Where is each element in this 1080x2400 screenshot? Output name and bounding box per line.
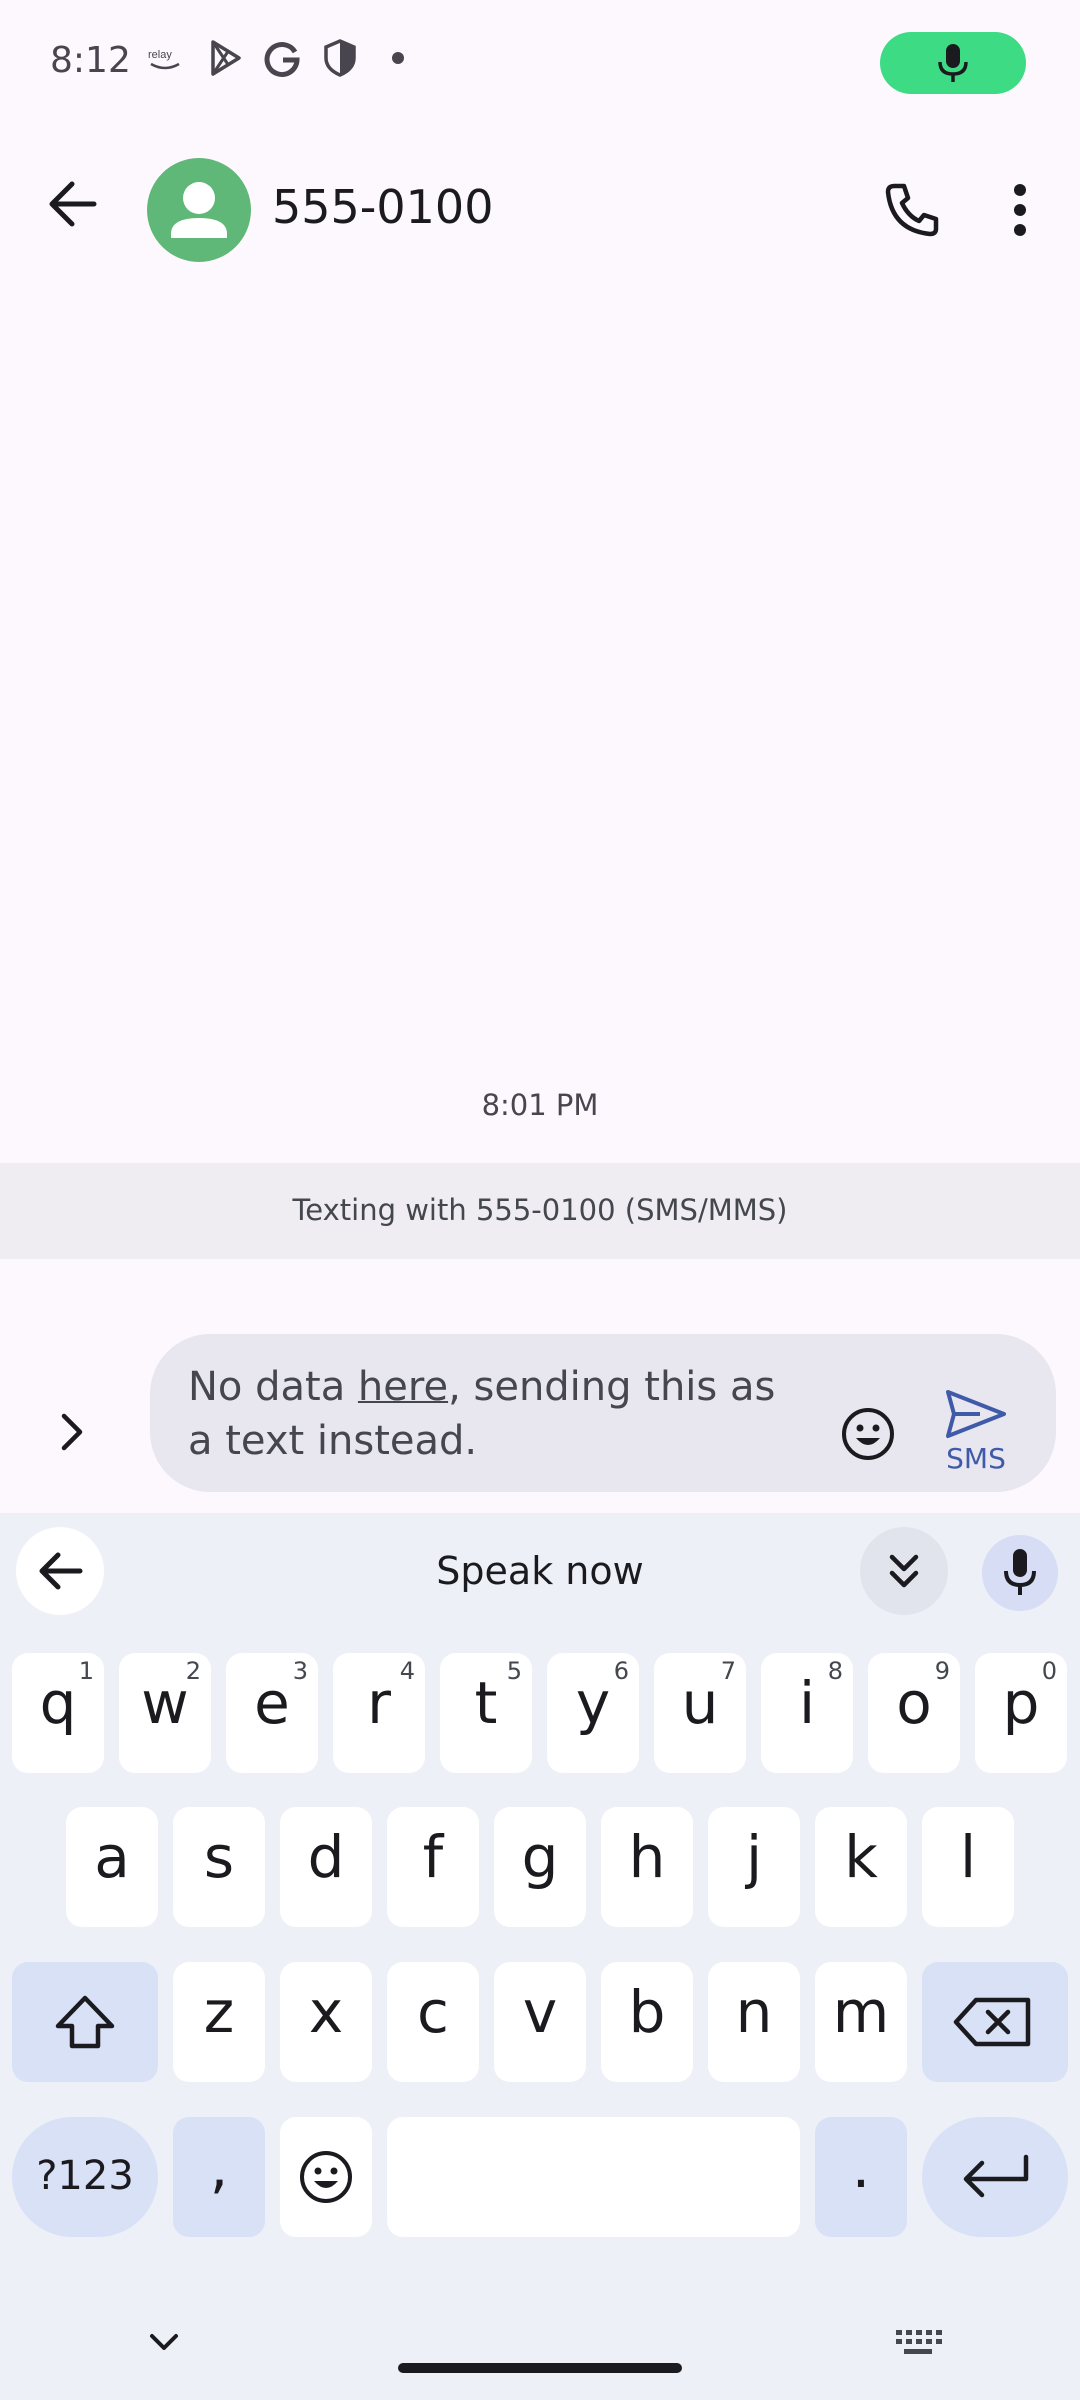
emoji-icon xyxy=(300,2151,352,2203)
chevron-right-icon[interactable] xyxy=(52,1408,92,1456)
key-k[interactable]: k xyxy=(815,1807,907,1927)
microphone-icon xyxy=(938,44,968,82)
double-chevron-down-icon xyxy=(889,1554,919,1588)
phone-icon[interactable] xyxy=(878,176,946,244)
key-b[interactable]: b xyxy=(601,1962,693,2082)
key-e[interactable]: e3 xyxy=(226,1653,318,1773)
message-text[interactable]: No data here, sending this as a text ins… xyxy=(188,1360,808,1468)
backspace-icon xyxy=(953,1997,1031,2047)
person-icon xyxy=(171,182,227,238)
key-m[interactable]: m xyxy=(815,1962,907,2082)
key-o[interactable]: o9 xyxy=(868,1653,960,1773)
message-timestamp: 8:01 PM xyxy=(481,1088,599,1122)
key-w[interactable]: w2 xyxy=(119,1653,211,1773)
key-x[interactable]: x xyxy=(280,1962,372,2082)
relay-icon: relay xyxy=(148,49,180,70)
keyboard-switch-icon[interactable] xyxy=(892,2318,944,2366)
underlined-word: here xyxy=(357,1364,449,1410)
dot-icon xyxy=(392,52,404,64)
comma-key[interactable]: , xyxy=(173,2117,265,2237)
send-sms-label[interactable]: SMS xyxy=(926,1442,1026,1475)
key-v[interactable]: v xyxy=(494,1962,586,2082)
svg-text:relay: relay xyxy=(148,49,172,61)
key-q[interactable]: q1 xyxy=(12,1653,104,1773)
mic-indicator xyxy=(880,32,1026,94)
contact-name[interactable]: 555-0100 xyxy=(272,180,493,234)
key-c[interactable]: c xyxy=(387,1962,479,2082)
period-key[interactable]: . xyxy=(815,2117,907,2237)
microphone-icon xyxy=(1004,1549,1036,1595)
key-p[interactable]: p0 xyxy=(975,1653,1067,1773)
symbols-key[interactable]: ?123 xyxy=(12,2117,158,2237)
key-u[interactable]: u7 xyxy=(654,1653,746,1773)
key-i[interactable]: i8 xyxy=(761,1653,853,1773)
emoji-key[interactable] xyxy=(280,2117,372,2237)
play-store-icon xyxy=(211,40,241,76)
key-h[interactable]: h xyxy=(601,1807,693,1927)
key-j[interactable]: j xyxy=(708,1807,800,1927)
enter-key[interactable] xyxy=(922,2117,1068,2237)
key-d[interactable]: d xyxy=(280,1807,372,1927)
send-icon[interactable] xyxy=(940,1388,1010,1440)
emoji-icon[interactable] xyxy=(838,1404,898,1464)
key-l[interactable]: l xyxy=(922,1807,1014,1927)
texting-banner: Texting with 555-0100 (SMS/MMS) xyxy=(0,1163,1080,1259)
message-input[interactable]: No data here, sending this as a text ins… xyxy=(150,1334,1056,1492)
key-z[interactable]: z xyxy=(173,1962,265,2082)
voice-mic-button[interactable] xyxy=(982,1535,1058,1611)
contact-avatar[interactable] xyxy=(147,158,251,262)
key-f[interactable]: f xyxy=(387,1807,479,1927)
backspace-key[interactable] xyxy=(922,1962,1068,2082)
enter-arrow-icon xyxy=(963,2154,1029,2198)
key-t[interactable]: t5 xyxy=(440,1653,532,1773)
hide-keyboard-chevron-icon[interactable] xyxy=(140,2318,188,2366)
status-time: 8:12 xyxy=(50,40,131,81)
key-s[interactable]: s xyxy=(173,1807,265,1927)
home-indicator[interactable] xyxy=(398,2363,682,2373)
shield-icon xyxy=(324,39,356,77)
key-n[interactable]: n xyxy=(708,1962,800,2082)
texting-with-label: Texting with 555-0100 (SMS/MMS) xyxy=(292,1193,788,1227)
shift-key[interactable] xyxy=(12,1962,158,2082)
back-arrow-icon[interactable] xyxy=(40,170,108,238)
google-icon xyxy=(264,42,300,77)
more-options-icon[interactable] xyxy=(990,176,1050,244)
key-a[interactable]: a xyxy=(66,1807,158,1927)
shift-arrow-icon xyxy=(55,1995,115,2049)
key-y[interactable]: y6 xyxy=(547,1653,639,1773)
collapse-voice-button[interactable] xyxy=(860,1527,948,1615)
key-r[interactable]: r4 xyxy=(333,1653,425,1773)
keyboard: Speak now q1 w2 e3 r4 t5 y6 u7 i8 o9 p0 … xyxy=(0,1513,1080,2400)
space-key[interactable] xyxy=(387,2117,800,2237)
key-g[interactable]: g xyxy=(494,1807,586,1927)
